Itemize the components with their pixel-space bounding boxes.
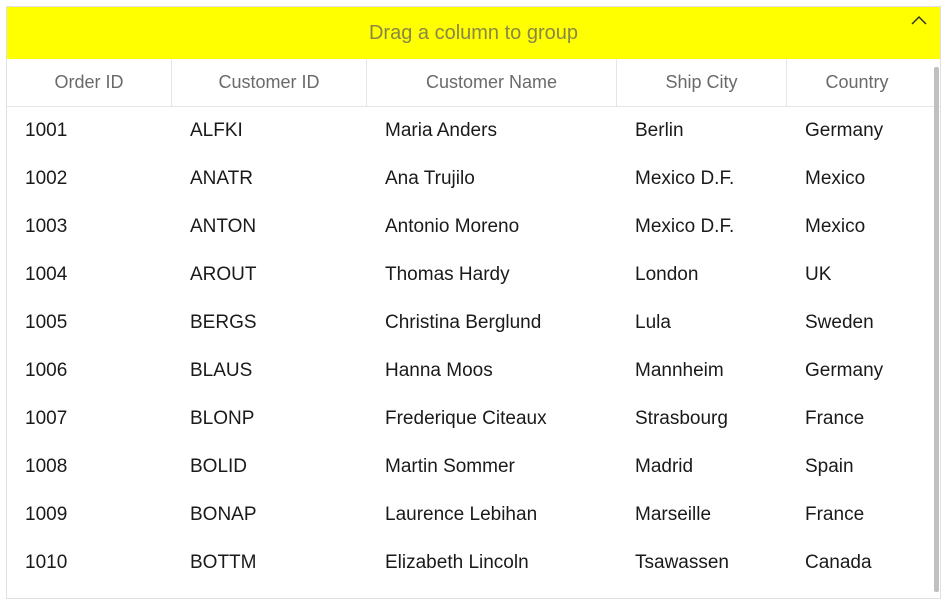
column-header-customer-name[interactable]: Customer Name [367, 59, 617, 106]
cell-customerId: ANTON [172, 216, 367, 238]
cell-customerId: BLAUS [172, 360, 367, 382]
cell-orderId: 1006 [7, 360, 172, 382]
cell-shipCity: Strasbourg [617, 408, 787, 430]
cell-shipCity: Tsawassen [617, 552, 787, 574]
cell-customerId: BERGS [172, 312, 367, 334]
cell-orderId: 1007 [7, 408, 172, 430]
column-header-label: Order ID [54, 72, 123, 93]
cell-shipCity: Mannheim [617, 360, 787, 382]
cell-country: Mexico [787, 168, 927, 190]
cell-orderId: 1001 [7, 120, 172, 142]
cell-country: Sweden [787, 312, 927, 334]
table-row[interactable]: 1006BLAUSHanna MoosMannheimGermany [7, 347, 940, 395]
cell-country: France [787, 504, 927, 526]
cell-country: Mexico [787, 216, 927, 238]
column-header-customer-id[interactable]: Customer ID [172, 59, 367, 106]
cell-country: France [787, 408, 927, 430]
cell-orderId: 1004 [7, 264, 172, 286]
table-row[interactable]: 1004AROUTThomas HardyLondonUK [7, 251, 940, 299]
cell-country: Canada [787, 552, 927, 574]
table-row[interactable]: 1007BLONPFrederique CiteauxStrasbourgFra… [7, 395, 940, 443]
cell-country: Germany [787, 360, 927, 382]
cell-customerName: Hanna Moos [367, 360, 617, 382]
cell-shipCity: Marseille [617, 504, 787, 526]
vertical-scrollbar[interactable] [934, 67, 939, 592]
cell-customerName: Frederique Citeaux [367, 408, 617, 430]
cell-orderId: 1010 [7, 552, 172, 574]
cell-customerId: BOLID [172, 456, 367, 478]
collapse-chevron-icon[interactable] [910, 13, 928, 29]
cell-customerName: Christina Berglund [367, 312, 617, 334]
cell-customerName: Thomas Hardy [367, 264, 617, 286]
cell-shipCity: Madrid [617, 456, 787, 478]
cell-country: UK [787, 264, 927, 286]
column-header-label: Customer ID [218, 72, 319, 93]
grid-body: 1001ALFKIMaria AndersBerlinGermany1002AN… [7, 107, 940, 598]
cell-customerId: BLONP [172, 408, 367, 430]
cell-customerName: Maria Anders [367, 120, 617, 142]
table-row[interactable]: 1009BONAPLaurence LebihanMarseilleFrance [7, 491, 940, 539]
cell-customerName: Ana Trujilo [367, 168, 617, 190]
cell-shipCity: Lula [617, 312, 787, 334]
column-header-ship-city[interactable]: Ship City [617, 59, 787, 106]
column-header-label: Customer Name [426, 72, 557, 93]
cell-shipCity: Mexico D.F. [617, 216, 787, 238]
cell-orderId: 1003 [7, 216, 172, 238]
table-row[interactable]: 1003ANTONAntonio MorenoMexico D.F.Mexico [7, 203, 940, 251]
table-row[interactable]: 1001ALFKIMaria AndersBerlinGermany [7, 107, 940, 155]
cell-orderId: 1005 [7, 312, 172, 334]
cell-customerId: ALFKI [172, 120, 367, 142]
column-header-label: Country [825, 72, 888, 93]
cell-orderId: 1008 [7, 456, 172, 478]
group-drop-label: Drag a column to group [369, 22, 578, 45]
cell-customerName: Antonio Moreno [367, 216, 617, 238]
column-header-label: Ship City [665, 72, 737, 93]
table-row[interactable]: 1002ANATRAna TrujiloMexico D.F.Mexico [7, 155, 940, 203]
cell-orderId: 1002 [7, 168, 172, 190]
cell-country: Germany [787, 120, 927, 142]
cell-customerName: Martin Sommer [367, 456, 617, 478]
cell-customerName: Elizabeth Lincoln [367, 552, 617, 574]
table-row[interactable]: 1008BOLIDMartin SommerMadridSpain [7, 443, 940, 491]
cell-orderId: 1009 [7, 504, 172, 526]
cell-customerId: AROUT [172, 264, 367, 286]
column-header-order-id[interactable]: Order ID [7, 59, 172, 106]
column-header-country[interactable]: Country [787, 59, 927, 106]
table-row[interactable]: 1010BOTTMElizabeth LincolnTsawassenCanad… [7, 539, 940, 587]
cell-customerName: Laurence Lebihan [367, 504, 617, 526]
group-drop-area[interactable]: Drag a column to group [7, 7, 940, 59]
cell-shipCity: London [617, 264, 787, 286]
cell-customerId: ANATR [172, 168, 367, 190]
cell-country: Spain [787, 456, 927, 478]
cell-shipCity: Berlin [617, 120, 787, 142]
data-grid: Drag a column to group Order ID Customer… [6, 6, 941, 599]
cell-customerId: BONAP [172, 504, 367, 526]
table-row[interactable]: 1005BERGSChristina BerglundLulaSweden [7, 299, 940, 347]
cell-customerId: BOTTM [172, 552, 367, 574]
column-header-row: Order ID Customer ID Customer Name Ship … [7, 59, 940, 107]
cell-shipCity: Mexico D.F. [617, 168, 787, 190]
